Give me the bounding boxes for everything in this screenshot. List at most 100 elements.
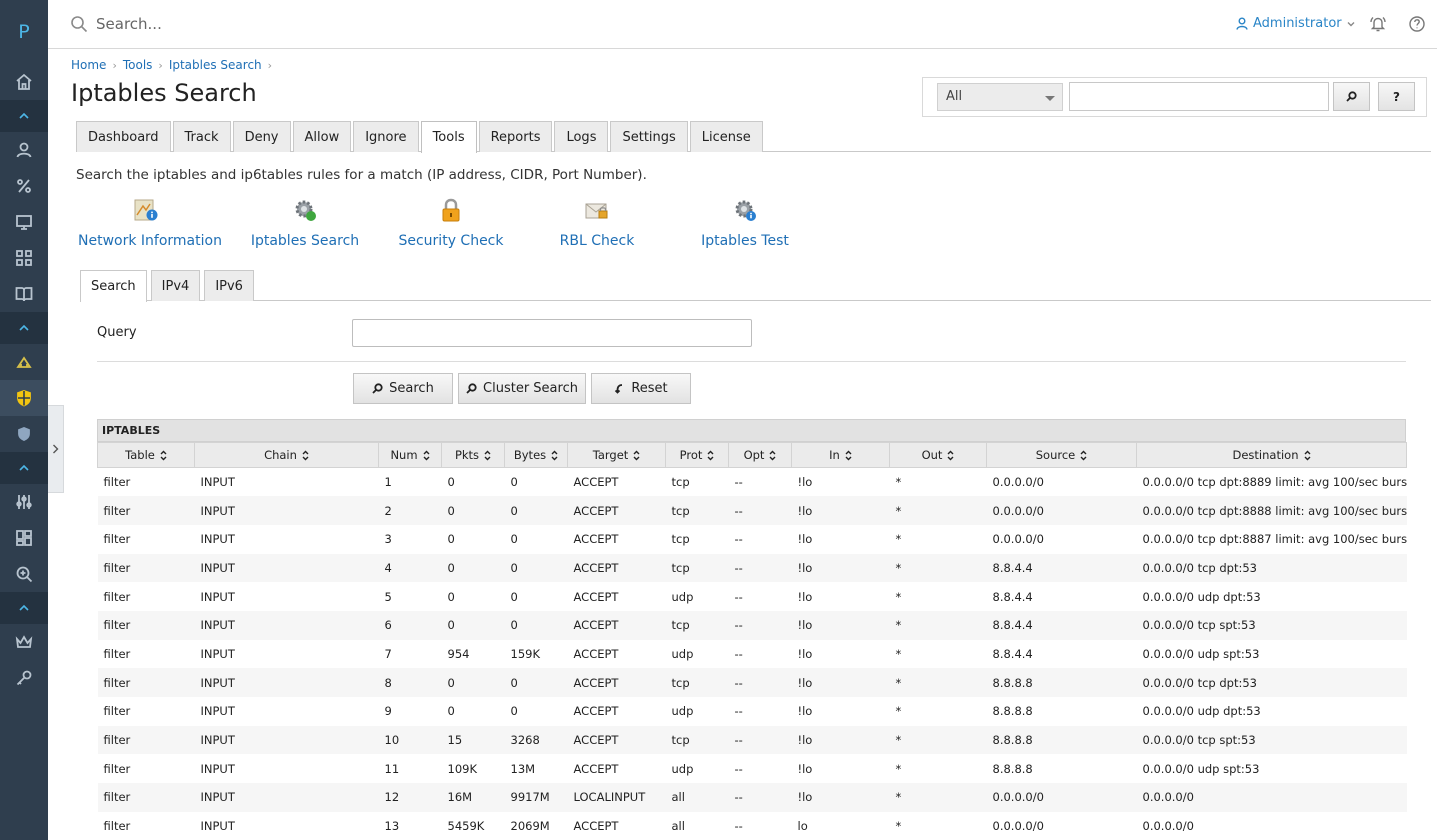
app-logo[interactable]: P xyxy=(0,0,48,64)
collapse-section-icon[interactable] xyxy=(0,452,48,484)
column-header[interactable]: Target xyxy=(567,442,666,468)
table-cell: INPUT xyxy=(194,783,379,812)
collapse-section-icon[interactable] xyxy=(0,592,48,624)
query-input[interactable] xyxy=(352,319,752,347)
quick-search-input[interactable] xyxy=(1069,82,1329,111)
table-cell: 4 xyxy=(378,553,442,583)
shield-icon[interactable] xyxy=(0,380,48,416)
tool-iptables-search[interactable]: Iptables Search xyxy=(240,197,370,249)
table-cell: 0.0.0.0/0 xyxy=(986,783,1137,812)
table-cell: -- xyxy=(728,783,792,812)
tool-network-information[interactable]: Network Information xyxy=(78,197,222,249)
tab-ipv4[interactable]: IPv4 xyxy=(150,270,201,301)
column-header[interactable]: Source xyxy=(986,442,1137,468)
tab-track[interactable]: Track xyxy=(172,121,231,152)
table-cell: tcp xyxy=(665,610,729,640)
sliders-icon[interactable] xyxy=(0,484,48,520)
table-cell: !lo xyxy=(797,532,813,547)
table-cell: 0 xyxy=(447,704,455,719)
tool-rbl-check[interactable]: RBL Check xyxy=(542,197,652,249)
notifications-icon[interactable] xyxy=(1369,15,1387,37)
column-header[interactable]: Table xyxy=(97,442,195,468)
tool-security-check[interactable]: Security Check xyxy=(386,197,516,249)
column-header[interactable]: Pkts xyxy=(441,442,505,468)
table-cell: filter xyxy=(103,761,131,776)
table-cell: 0.0.0.0/0 xyxy=(1136,783,1407,812)
user-menu[interactable]: Administrator xyxy=(1236,16,1355,31)
search-button[interactable]: Search xyxy=(353,373,453,404)
table-cell: filter xyxy=(97,553,195,583)
table-cell: ACCEPT xyxy=(567,668,666,697)
table-cell: 0 xyxy=(510,532,518,547)
table-cell: !lo xyxy=(791,783,890,812)
sidebar-expand-handle[interactable] xyxy=(48,405,64,493)
reset-button[interactable]: Reset xyxy=(591,373,691,404)
home-icon[interactable] xyxy=(0,64,48,100)
global-search-input[interactable] xyxy=(96,12,596,36)
breadcrumb-iptables-search[interactable]: Iptables Search xyxy=(169,58,262,72)
shield-small-icon[interactable] xyxy=(0,416,48,452)
tab-ignore[interactable]: Ignore xyxy=(353,121,419,152)
column-header[interactable]: Opt xyxy=(728,442,792,468)
column-header-label: In xyxy=(829,448,840,462)
column-header[interactable]: Num xyxy=(378,442,442,468)
breadcrumb-home[interactable]: Home xyxy=(71,58,106,72)
tab-reports[interactable]: Reports xyxy=(478,121,553,152)
tool-label: RBL Check xyxy=(559,233,635,249)
sort-icon xyxy=(484,450,491,461)
page-title: Iptables Search xyxy=(71,79,257,107)
table-cell: 0 xyxy=(504,496,568,525)
column-header[interactable]: In xyxy=(791,442,890,468)
table-cell: 2069M xyxy=(510,819,550,834)
column-header[interactable]: Prot xyxy=(665,442,729,468)
monitor-icon[interactable] xyxy=(0,204,48,240)
tab-search[interactable]: Search xyxy=(80,270,147,302)
table-cell: * xyxy=(889,725,987,755)
column-header[interactable]: Bytes xyxy=(504,442,568,468)
search-zoom-icon[interactable] xyxy=(0,556,48,592)
table-title: IPTABLES xyxy=(97,419,1406,442)
tab-ipv6[interactable]: IPv6 xyxy=(204,270,254,301)
main-tabs: Dashboard Track Deny Allow Ignore Tools … xyxy=(76,121,1431,153)
sort-icon xyxy=(160,450,167,461)
table-cell: 0.0.0.0/0 tcp dpt:53 xyxy=(1136,668,1407,697)
column-header-label: Table xyxy=(125,448,155,462)
book-icon[interactable] xyxy=(0,276,48,312)
layout-icon[interactable] xyxy=(0,520,48,556)
tab-license[interactable]: License xyxy=(689,121,763,152)
tool-iptables-test[interactable]: Iptables Test xyxy=(682,197,808,249)
table-cell: 8.8.4.4 xyxy=(986,610,1137,640)
table-cell: 0 xyxy=(510,704,518,719)
tab-settings[interactable]: Settings xyxy=(610,121,688,152)
tab-deny[interactable]: Deny xyxy=(232,121,291,152)
table-cell: filter xyxy=(103,589,131,604)
table-cell: tcp xyxy=(665,553,729,583)
tab-dashboard[interactable]: Dashboard xyxy=(76,121,171,152)
percent-icon[interactable] xyxy=(0,168,48,204)
column-header[interactable]: Destination xyxy=(1136,442,1407,468)
breadcrumb-tools[interactable]: Tools xyxy=(123,58,153,72)
column-header[interactable]: Out xyxy=(889,442,987,468)
user-icon[interactable] xyxy=(0,132,48,168)
tab-allow[interactable]: Allow xyxy=(292,121,352,152)
collapse-section-icon[interactable] xyxy=(0,312,48,344)
quick-search-help-button[interactable]: ? xyxy=(1378,82,1415,111)
help-icon[interactable] xyxy=(1408,15,1426,37)
quick-search-button[interactable] xyxy=(1333,82,1370,111)
cluster-search-button[interactable]: Cluster Search xyxy=(458,373,586,404)
firewall-icon[interactable] xyxy=(0,344,48,380)
key-icon[interactable] xyxy=(0,660,48,696)
tab-logs[interactable]: Logs xyxy=(554,121,609,152)
sort-icon xyxy=(633,450,640,461)
table-cell: 0 xyxy=(441,610,505,640)
tab-tools[interactable]: Tools xyxy=(420,121,477,153)
chevron-down-icon xyxy=(1347,21,1355,26)
table-cell: 0 xyxy=(447,589,455,604)
grid-icon[interactable] xyxy=(0,240,48,276)
tool-label: Iptables Search xyxy=(250,233,360,249)
filter-select[interactable]: All xyxy=(937,83,1063,111)
crown-icon[interactable] xyxy=(0,624,48,660)
column-header[interactable]: Chain xyxy=(194,442,379,468)
table-cell: * xyxy=(889,553,987,583)
collapse-section-icon[interactable] xyxy=(0,100,48,132)
